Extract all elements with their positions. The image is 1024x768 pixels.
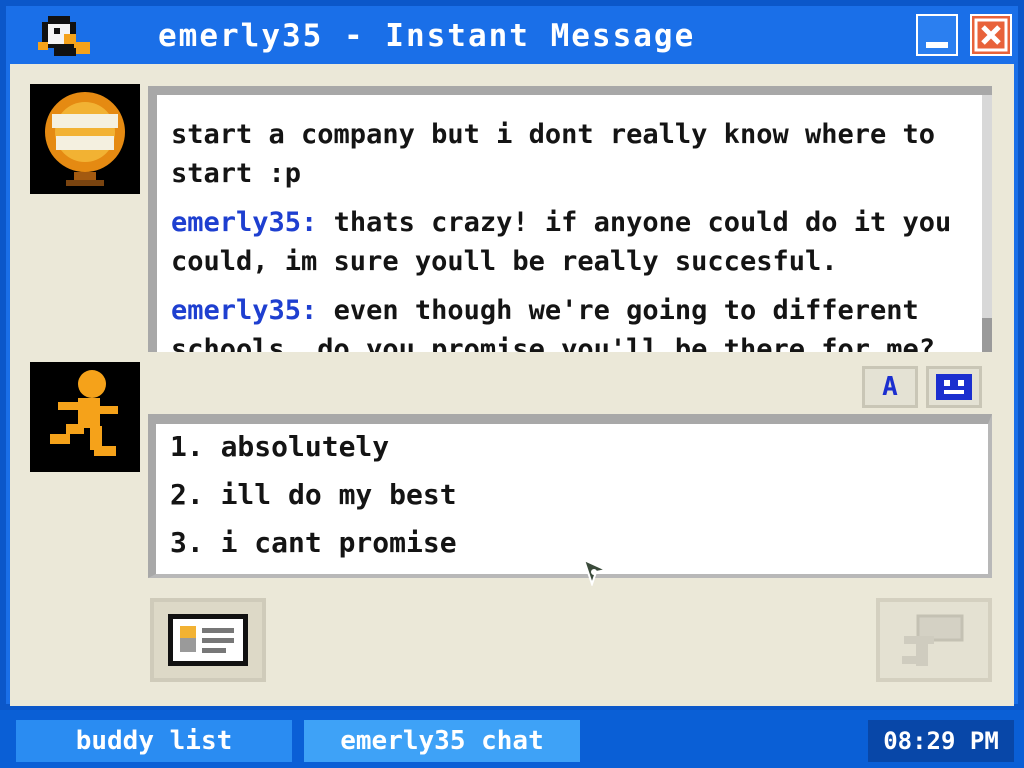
history-scrollbar[interactable] (982, 95, 992, 352)
reply-option-2[interactable]: 2. ill do my best (170, 478, 457, 511)
history-scroll-thumb[interactable] (982, 318, 992, 352)
profile-button[interactable] (150, 598, 266, 682)
smiley-face-icon (936, 374, 972, 400)
chat-message: emerly35: even though we're going to dif… (171, 291, 971, 352)
send-button[interactable] (876, 598, 992, 682)
aim-app-icon (38, 16, 90, 56)
my-avatar (30, 362, 140, 472)
cut-off-marker (183, 86, 189, 91)
running-man-avatar-icon (30, 362, 140, 472)
taskbar: buddy list emerly35 chat 08:29 PM (0, 710, 1024, 768)
reply-option-3[interactable]: 3. i cant promise (170, 526, 457, 559)
chat-message-partial: start a company but i dont really know w… (171, 115, 971, 193)
send-message-icon (902, 614, 964, 666)
reply-option-1[interactable]: 1. absolutely (170, 430, 389, 463)
minimize-button[interactable] (916, 14, 958, 56)
window-title: emerly35 - Instant Message (158, 18, 696, 54)
chat-history-content: start a company but i dont really know w… (171, 86, 971, 352)
title-bar[interactable]: emerly35 - Instant Message (10, 6, 1014, 64)
close-button[interactable] (970, 14, 1012, 56)
font-style-label: A (882, 372, 898, 402)
taskbar-chat-button[interactable]: emerly35 chat (304, 720, 580, 762)
close-icon (972, 16, 1010, 54)
taskbar-buddy-list-button[interactable]: buddy list (16, 720, 292, 762)
taskbar-clock: 08:29 PM (868, 720, 1014, 762)
chat-message: emerly35: thats crazy! if anyone could d… (171, 203, 971, 281)
message-sender: emerly35: (171, 295, 318, 326)
emoticon-button[interactable] (926, 366, 982, 408)
im-window: emerly35 - Instant Message start a compa… (0, 0, 1024, 710)
profile-card-icon (168, 614, 248, 666)
chat-history[interactable]: start a company but i dont really know w… (148, 86, 992, 352)
mouse-cursor-icon (582, 558, 610, 586)
font-style-button[interactable]: A (862, 366, 918, 408)
cut-off-line (171, 86, 971, 111)
reply-options-box: 1. absolutely 2. ill do my best 3. i can… (148, 414, 992, 578)
window-client-area: start a company but i dont really know w… (10, 64, 1014, 706)
message-text: start a company but i dont really know w… (171, 119, 936, 189)
minimize-icon (918, 16, 956, 54)
buddy-avatar (30, 84, 140, 194)
cold-play-globe-avatar-icon (30, 84, 140, 194)
message-sender: emerly35: (171, 207, 318, 238)
